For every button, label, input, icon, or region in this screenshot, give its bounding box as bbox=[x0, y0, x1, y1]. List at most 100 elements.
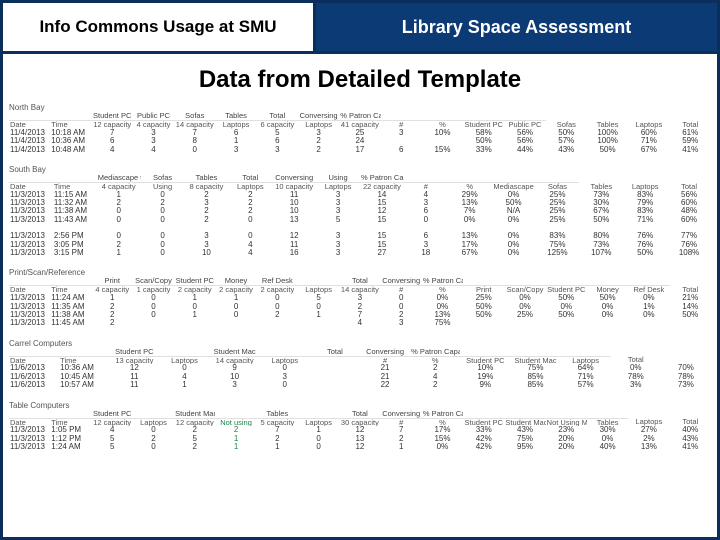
cell: 56% bbox=[667, 191, 711, 199]
cell: Conversing bbox=[381, 277, 422, 285]
cell: 15% bbox=[422, 435, 463, 443]
cell: 0 bbox=[174, 303, 215, 311]
cell: Conversing bbox=[272, 174, 316, 182]
cell: Laptops bbox=[298, 120, 339, 128]
section-label: Carrel Computers bbox=[9, 336, 711, 348]
cell: % Patron Capacity bbox=[422, 277, 463, 285]
section-print-scan: Print/Scan/ReferencePrintScan/CopyStuden… bbox=[9, 265, 711, 327]
cell: 1 bbox=[257, 443, 298, 451]
section-label: South Bay bbox=[9, 162, 711, 174]
cell: 11 bbox=[272, 191, 316, 199]
cell: 56% bbox=[504, 129, 545, 137]
cell: 11:32 AM bbox=[53, 199, 97, 207]
cell: 100% bbox=[587, 137, 628, 145]
cell: 3 bbox=[185, 232, 229, 240]
cell: Total bbox=[611, 356, 661, 364]
cell: Laptops bbox=[628, 120, 669, 128]
cell bbox=[298, 410, 339, 418]
cell bbox=[561, 348, 611, 356]
cell: 0 bbox=[228, 232, 272, 240]
cell: 11/3/2013 bbox=[9, 191, 53, 199]
cell: 33% bbox=[463, 146, 504, 154]
cell: 71% bbox=[561, 373, 611, 381]
cell: 3 bbox=[381, 319, 422, 327]
cell: Ref Desk bbox=[257, 277, 298, 285]
cell: 80% bbox=[579, 232, 623, 240]
cell: 3:15 PM bbox=[53, 249, 97, 257]
cell: 2 bbox=[298, 146, 339, 154]
cell bbox=[9, 348, 59, 356]
cell: 83% bbox=[623, 191, 667, 199]
cell: 9 bbox=[210, 364, 260, 372]
cell: 0% bbox=[628, 294, 669, 302]
cell: 11 bbox=[109, 373, 159, 381]
cell: 50% bbox=[670, 311, 712, 319]
section-table-computers: Table ComputersStudent PCStudent MacTabl… bbox=[9, 398, 711, 452]
cell: 85% bbox=[510, 373, 560, 381]
cell: Not Using Mac bbox=[546, 418, 587, 426]
cell: 73% bbox=[579, 191, 623, 199]
cell: Ref Desk bbox=[628, 286, 669, 294]
cell: 50% bbox=[463, 311, 504, 319]
cell: Student PC bbox=[109, 348, 159, 356]
cell: 57% bbox=[546, 137, 587, 145]
cell: 40% bbox=[587, 443, 628, 451]
cell: Money bbox=[215, 277, 256, 285]
cell: 0 bbox=[97, 232, 141, 240]
cell: 1 bbox=[215, 137, 256, 145]
cell: Laptops bbox=[133, 418, 174, 426]
cell: 0 bbox=[97, 216, 141, 224]
cell: 83% bbox=[536, 232, 580, 240]
cell: 12 bbox=[339, 443, 380, 451]
cell: 11:45 AM bbox=[50, 319, 91, 327]
cell: % bbox=[410, 356, 460, 364]
cell bbox=[536, 174, 580, 182]
cell: 11/3/2013 bbox=[9, 319, 50, 327]
cell: 11/3/2013 bbox=[9, 435, 50, 443]
data-table: Student PCStudent MacTablesTotalConversi… bbox=[9, 410, 711, 452]
cell: 30% bbox=[579, 199, 623, 207]
cell: 3 bbox=[185, 199, 229, 207]
cell: 41% bbox=[670, 443, 712, 451]
cell: 3 bbox=[316, 191, 360, 199]
cell: Time bbox=[59, 356, 109, 364]
cell: 8 bbox=[174, 137, 215, 145]
cell: 2 bbox=[133, 435, 174, 443]
cell: 125% bbox=[536, 249, 580, 257]
cell bbox=[298, 319, 339, 327]
cell: 10 bbox=[185, 249, 229, 257]
cell: 33% bbox=[463, 426, 504, 434]
cell: 14% bbox=[670, 303, 712, 311]
cell: 10% bbox=[460, 364, 510, 372]
section-carrel: Carrel ComputersStudent PCStudent MacTot… bbox=[9, 336, 711, 390]
cell: 83% bbox=[623, 207, 667, 215]
cell: Print bbox=[92, 277, 133, 285]
cell: 0 bbox=[133, 303, 174, 311]
cell: Money bbox=[587, 286, 628, 294]
cell: 0 bbox=[141, 216, 185, 224]
cell: 95% bbox=[504, 443, 545, 451]
cell: 1 bbox=[215, 435, 256, 443]
cell: 59% bbox=[670, 137, 712, 145]
cell: 21 bbox=[360, 364, 410, 372]
cell: 0% bbox=[422, 294, 463, 302]
data-table: 11/3/20132:56 PM003012315613%0%83%80%76%… bbox=[9, 232, 711, 257]
cell: 13% bbox=[448, 232, 492, 240]
cell: 1 bbox=[97, 191, 141, 199]
cell bbox=[215, 410, 256, 418]
cell bbox=[298, 277, 339, 285]
cell: 50% bbox=[587, 294, 628, 302]
cell: Tables bbox=[587, 418, 628, 426]
cell: 11/3/2013 bbox=[9, 216, 53, 224]
cell: 67% bbox=[579, 207, 623, 215]
cell: 11/3/2013 bbox=[9, 426, 50, 434]
cell: 3 bbox=[185, 241, 229, 249]
cell: Conversing bbox=[298, 112, 339, 120]
cell: 0% bbox=[546, 303, 587, 311]
cell bbox=[504, 277, 545, 285]
cell: 10:36 AM bbox=[59, 364, 109, 372]
cell: Using bbox=[316, 174, 360, 182]
cell: 15 bbox=[360, 216, 404, 224]
cell: 14 bbox=[360, 191, 404, 199]
cell: 11:38 AM bbox=[53, 207, 97, 215]
